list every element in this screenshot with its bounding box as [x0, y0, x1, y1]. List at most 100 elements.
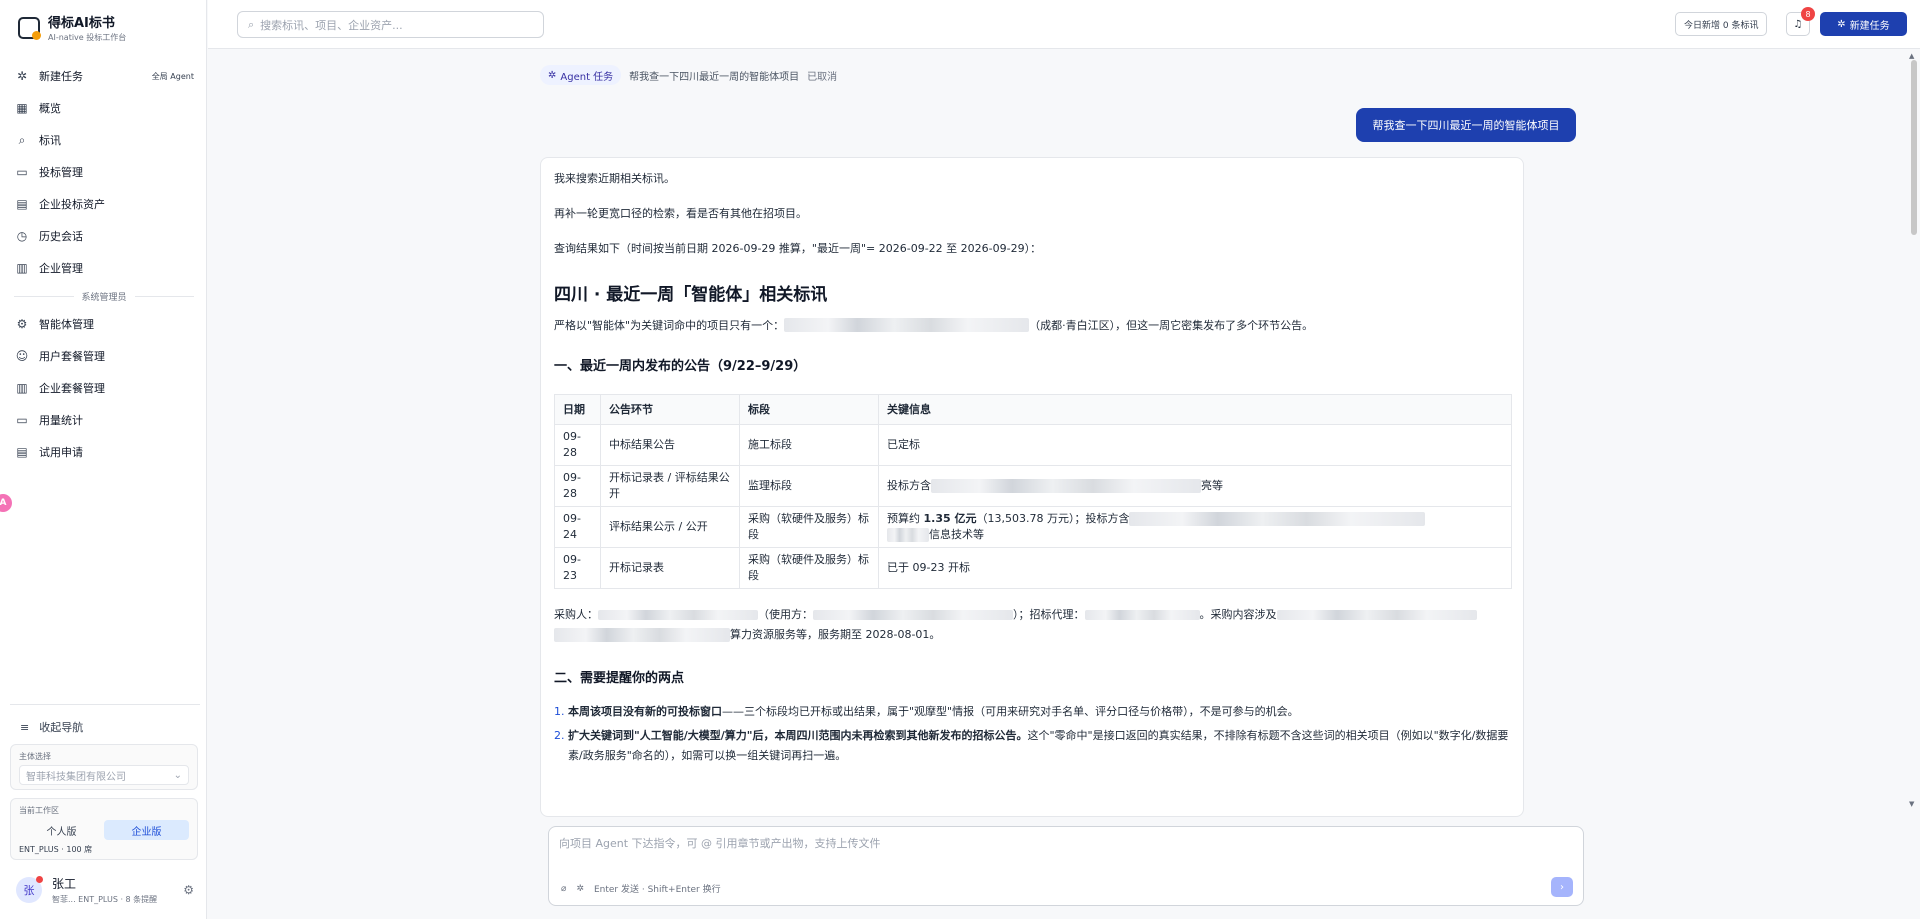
workspace-switcher: 当前工作区 个人版 企业版 ENT_PLUS · 100 席 [10, 798, 198, 860]
nav-item-label: 企业套餐管理 [39, 382, 105, 395]
scroll-up-arrow[interactable]: ▲ [1909, 52, 1914, 60]
budget-amount: 1.35 亿元 [923, 512, 977, 525]
agent-label: ）；招标代理： [1013, 608, 1085, 621]
composer-placeholder: 向项目 Agent 下达指令，可 @ 引用章节或产出物，支持上传文件 [559, 837, 881, 850]
new-task-label: 新建任务 [1849, 20, 1890, 32]
cell-info: 预算约 1.35 亿元（13,503.78 万元）；投标方含 信息技术等 [878, 506, 1512, 548]
nav-item-label: 智能体管理 [39, 318, 94, 331]
info-text: 预算约 [887, 512, 924, 525]
nav-item-enterprise-plans[interactable]: ▥ 企业套餐管理 [14, 372, 194, 404]
nav-item-enterprise[interactable]: ▥ 企业管理 [14, 252, 194, 284]
workspace-plan: ENT_PLUS · 100 席 [19, 845, 93, 854]
workspace-label: 当前工作区 [19, 806, 59, 815]
today-new-bids-button[interactable]: 今日新增 0 条标讯 [1675, 12, 1768, 36]
clock-icon: ◷ [16, 229, 28, 243]
composer-hint: Enter 发送 · Shift+Enter 换行 [593, 885, 721, 895]
cell-date: 09-28 [554, 424, 601, 466]
search-input[interactable]: ⌕ 搜索标讯、项目、企业资产... [237, 11, 544, 38]
table-row: 09-24 评标结果公示 / 公开 采购（软硬件及服务）标段 预算约 1.35 … [554, 506, 1512, 548]
collapse-nav-button[interactable]: ≡ 收起导航 [10, 704, 200, 735]
nav-item-agent-management[interactable]: ⚙ 智能体管理 [14, 308, 194, 340]
nav-item-usage[interactable]: ▭ 用量统计 [14, 404, 194, 436]
table-header: 日期 [554, 394, 601, 425]
intro-text: （成都·青白江区），但这一周它密集发布了多个环节公告。 [1029, 319, 1314, 332]
answer-paragraph: 查询结果如下（时间按当前日期 2026-09-29 推算，"最近一周"= 202… [554, 242, 1042, 255]
cell-section: 采购（软硬件及服务）标段 [739, 547, 879, 589]
buyer-info: 采购人： （使用方： ）；招标代理： 。采购内容涉及 算力资源服务等，服务期至 202… [554, 605, 1510, 645]
send-button[interactable]: › [1551, 877, 1573, 897]
cell-date: 09-28 [554, 465, 601, 507]
sparkle-icon: ✲ [16, 69, 28, 83]
gear-icon[interactable]: ⚙ [183, 883, 194, 897]
nav-item-label: 历史会话 [39, 230, 83, 243]
list-item: 本周该项目没有新的可投标窗口——三个标段均已开标或出结果，属于"观摩型"情报（可… [568, 702, 1510, 722]
table-header: 关键信息 [878, 394, 1512, 425]
user-profile[interactable]: 张 张工 智菲... ENT_PLUS · 8 条提醒 ⚙ [16, 872, 194, 908]
folder-icon: ▭ [16, 165, 28, 179]
nav-item-user-plans[interactable]: ☺ 用户套餐管理 [14, 340, 194, 372]
nav-item-trial[interactable]: ▤ 试用申请 [14, 436, 194, 468]
cell-stage: 开标记录表 [600, 547, 740, 589]
answer-heading: 四川 · 最近一周「智能体」相关标讯 [554, 285, 828, 305]
section-heading: 一、最近一周内发布的公告（9/22–9/29） [554, 359, 807, 374]
cell-section: 施工标段 [739, 424, 879, 466]
nav-item-assets[interactable]: ▤ 企业投标资产 [14, 188, 194, 220]
answer-intro: 严格以"智能体"为关键词命中的项目只有一个： （成都·青白江区），但这一周它密集… [554, 317, 1510, 333]
subject-selector: 主体选择 智菲科技集团有限公司 ⌄ [10, 744, 198, 790]
redacted-user [813, 610, 1013, 620]
cell-info: 已定标 [878, 424, 1512, 466]
redacted-project-name [784, 318, 1030, 332]
table-header: 公告环节 [600, 394, 740, 425]
subject-select[interactable]: 智菲科技集团有限公司 ⌄ [19, 765, 189, 785]
user-icon: ☺ [15, 349, 29, 363]
bell-icon: ♫ [1793, 18, 1803, 30]
sparkle-icon: ✲ [1837, 18, 1846, 30]
answer-paragraph: 我来搜索近期相关标讯。 [554, 172, 675, 185]
nav-item-label: 用户套餐管理 [39, 350, 105, 363]
main-nav: ✲ 新建任务 全局 Agent ▦ 概览 ⌕ 标讯 ▭ 投标管理 ▤ 企业投标资… [14, 60, 195, 468]
nav-section-label: 系统管理员 [81, 292, 127, 303]
nav-section-divider: 系统管理员 [14, 286, 195, 306]
cell-date: 09-23 [554, 547, 601, 589]
collapse-label: 收起导航 [39, 721, 84, 734]
search-icon: ⌕ [18, 132, 26, 147]
note-text: ——三个标段均已开标或出结果，属于"观摩型"情报（可用来研究对手名单、评分口径与… [722, 705, 1299, 718]
buyer-label: 采购人： [554, 608, 598, 621]
table-row: 09-28 中标结果公告 施工标段 已定标 [554, 424, 1512, 466]
chart-icon: ▭ [16, 413, 28, 427]
workspace-tab-personal[interactable]: 个人版 [19, 820, 104, 840]
notifications-button[interactable]: ♫ 8 [1786, 7, 1815, 36]
new-task-button[interactable]: ✲ 新建任务 [1820, 12, 1907, 36]
section-heading: 二、需要提醒你的两点 [554, 671, 685, 686]
subject-label: 主体选择 [19, 752, 51, 761]
top-bar: ⌕ 搜索标讯、项目、企业资产... 今日新增 0 条标讯 ♫ 8 ✲ 新建任务 [208, 0, 1920, 49]
agent-task-chip[interactable]: ✲ Agent 任务 [540, 65, 622, 85]
cell-section: 监理标段 [739, 465, 879, 507]
logo-icon [18, 16, 41, 40]
scroll-down-arrow[interactable]: ▼ [1909, 800, 1914, 808]
nav-item-overview[interactable]: ▦ 概览 [14, 92, 194, 124]
nav-item-label: 标讯 [39, 134, 61, 147]
breadcrumb: ✲ Agent 任务 帮我查一下四川最近一周的智能体项目 已取消 [540, 65, 837, 85]
app-subtitle: AI-native 投标工作台 [48, 33, 127, 42]
nav-item-label: 投标管理 [39, 166, 83, 179]
workspace-tab-enterprise[interactable]: 企业版 [104, 820, 189, 840]
menu-icon: ≡ [20, 720, 30, 734]
attach-icon[interactable]: ⌀ [561, 884, 566, 894]
nav-item-bids[interactable]: ⌕ 标讯 [14, 124, 194, 156]
sparkle-icon: ✲ [548, 69, 557, 81]
message-composer[interactable]: 向项目 Agent 下达指令，可 @ 引用章节或产出物，支持上传文件 ⌀ ✲ E… [548, 826, 1584, 906]
cell-stage: 开标记录表 / 评标结果公开 [600, 465, 740, 507]
chevron-down-icon: ⌄ [173, 769, 182, 781]
user-message-bubble: 帮我查一下四川最近一周的智能体项目 [1356, 108, 1576, 142]
nav-item-new-task[interactable]: ✲ 新建任务 全局 Agent [14, 60, 194, 92]
redacted-content [554, 628, 730, 642]
agent-answer-card: 我来搜索近期相关标讯。 再补一轮更宽口径的检索，看是否有其他在招项目。 查询结果… [540, 157, 1524, 817]
scrollbar-thumb[interactable] [1911, 60, 1917, 235]
cell-info: 已于 09-23 开标 [878, 547, 1512, 589]
sparkle-icon[interactable]: ✲ [576, 884, 584, 894]
info-text: 投标方含 [887, 479, 931, 492]
nav-item-history[interactable]: ◷ 历史会话 [14, 220, 194, 252]
app-logo[interactable]: 得标AI标书 AI-native 投标工作台 [18, 12, 126, 43]
nav-item-bid-management[interactable]: ▭ 投标管理 [14, 156, 194, 188]
